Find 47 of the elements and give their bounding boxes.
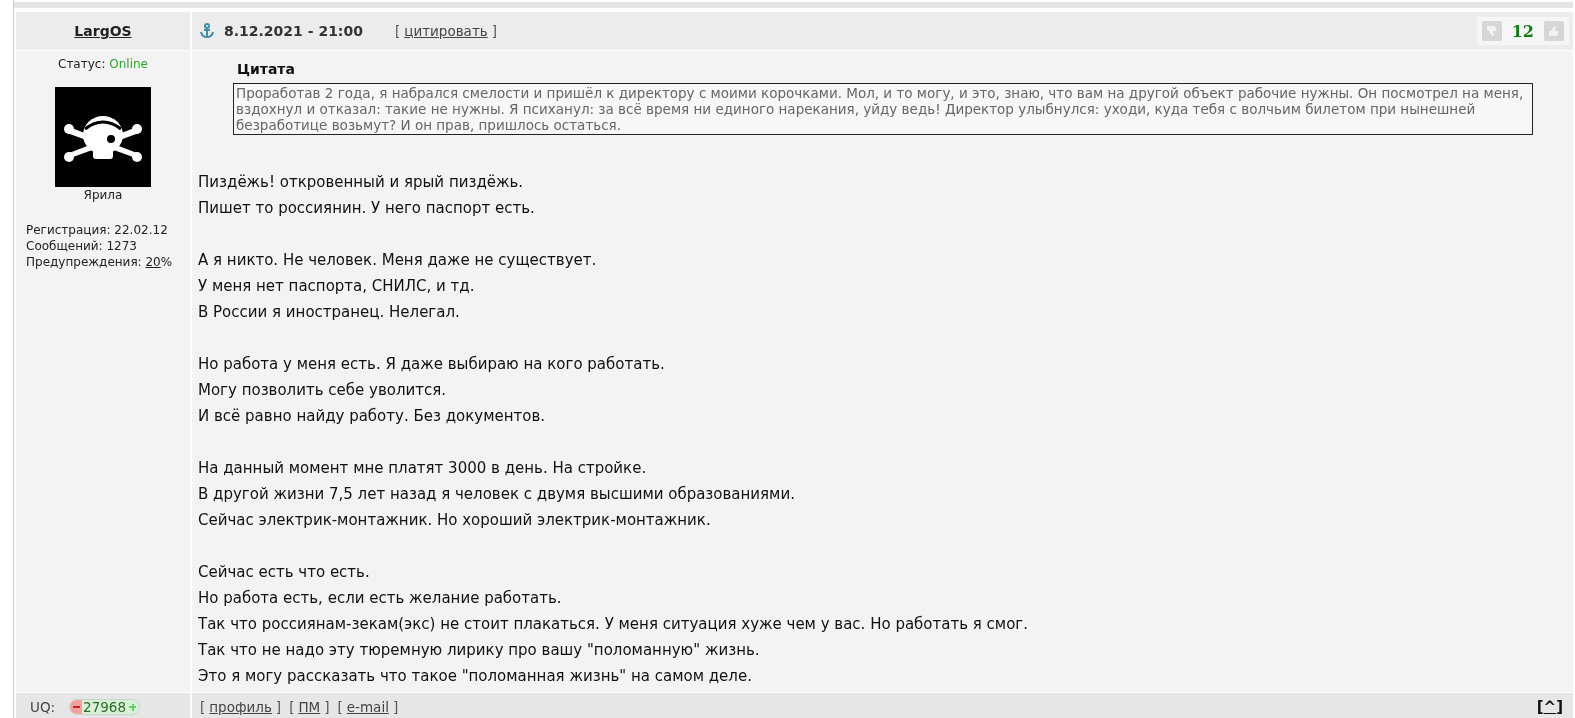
uq-label: UQ: xyxy=(30,699,56,715)
minus-icon[interactable] xyxy=(70,700,83,714)
user-stat: Регистрация: 22.02.12 xyxy=(26,222,169,238)
post-text-line: Это я могу рассказать что такое "поломанная жизнь" на самом деле. xyxy=(198,666,753,687)
scroll-top-link[interactable]: ^ xyxy=(1543,698,1557,716)
thumbs-up-icon[interactable] xyxy=(1544,21,1564,41)
quote-link[interactable]: цитировать xyxy=(404,23,488,39)
bracket-text: ] xyxy=(491,23,497,39)
post-text-line: В России я иностранец. Нелегал. xyxy=(198,302,461,323)
bracket-text: ] xyxy=(324,699,330,715)
post-text-line: Пишет то россиянин. У него паспорт есть. xyxy=(198,198,536,219)
post-date: 8.12.2021 - 21:00 xyxy=(224,23,363,39)
post-text-line: Но работа у меня есть. Я даже выбираю на кого работать. xyxy=(198,354,666,375)
footer-link[interactable]: ПМ xyxy=(298,699,321,715)
post-text-line: У меня нет паспорта, СНИЛС, и тд. xyxy=(198,276,476,297)
post-text-line: Но работа есть, если есть желание работать. xyxy=(198,588,563,609)
post-text-line: И всё равно найду работу. Без документов. xyxy=(198,406,547,427)
bracket-text: [ xyxy=(289,699,295,715)
bracket-text: ] xyxy=(1556,698,1563,716)
thumbs-down-icon[interactable] xyxy=(1481,21,1502,41)
post-text-line: Могу позволить себе уволится. xyxy=(198,380,448,401)
post-text-line: В другой жизни 7,5 лет назад я человек с двумя высшими образованиями. xyxy=(198,484,796,505)
footer-link[interactable]: e-mail xyxy=(346,699,389,715)
bracket-text: ] xyxy=(275,699,282,715)
quote-text: Проработав 2 года, я набрался смелости и пришёл к директору с моими корочками. Мол, и то могу, и это, знаю, что вам на другой объект рабочие нужны. Он посмотрел на меня, вздохнул и отказал: такие не нужны. Я психанул: за всё время ни единого нарекания, уйду ведь! Директор улыбнулся: уходи, куда тебя с волчьим билетом при нынешней безработице возьмут? И он прав, пришлось остаться. xyxy=(233,83,1533,135)
author-link[interactable]: LargOS xyxy=(74,23,132,39)
bracket-text: [ xyxy=(337,699,343,715)
post-text-line: Так что не надо эту тюремную лирику про вашу "поломанную" жизнь. xyxy=(198,640,761,661)
user-stat: Предупреждения: 20% xyxy=(26,254,173,270)
footer-link[interactable]: профиль xyxy=(209,699,272,715)
quote-title: Цитата xyxy=(237,61,296,77)
post-text-line: Сейчас электрик-монтажник. Но хороший электрик-монтажник. xyxy=(198,510,712,531)
user-title: Ярила xyxy=(83,188,123,202)
post-text-line: Сейчас есть что есть. xyxy=(198,562,371,583)
anchor-icon[interactable] xyxy=(200,23,214,39)
post-text-line: А я никто. Не человек. Меня даже не существует. xyxy=(198,250,598,271)
bracket-text: ] xyxy=(392,699,399,715)
uq-rating-pill: 27968 xyxy=(69,699,140,715)
user-stat: Сообщений: 1273 xyxy=(26,238,138,254)
bracket-text: [ xyxy=(200,699,206,715)
post-text-line: Пиздёжь! откровенный и ярый пиздёжь. xyxy=(198,172,525,193)
post-text-line: Так что россиянам-зекам(экс) не стоит плакаться. У меня ситуация хуже чем у вас. Но работать я смог. xyxy=(198,614,1029,635)
post-text-line: На данный момент мне платят 3000 в день. На стройке. xyxy=(198,458,648,479)
rating-score: 12 xyxy=(1511,21,1534,41)
bracket-text: [ xyxy=(1536,698,1544,716)
bracket-text: [ xyxy=(394,23,401,39)
status-text: Статус: Online xyxy=(58,57,148,71)
